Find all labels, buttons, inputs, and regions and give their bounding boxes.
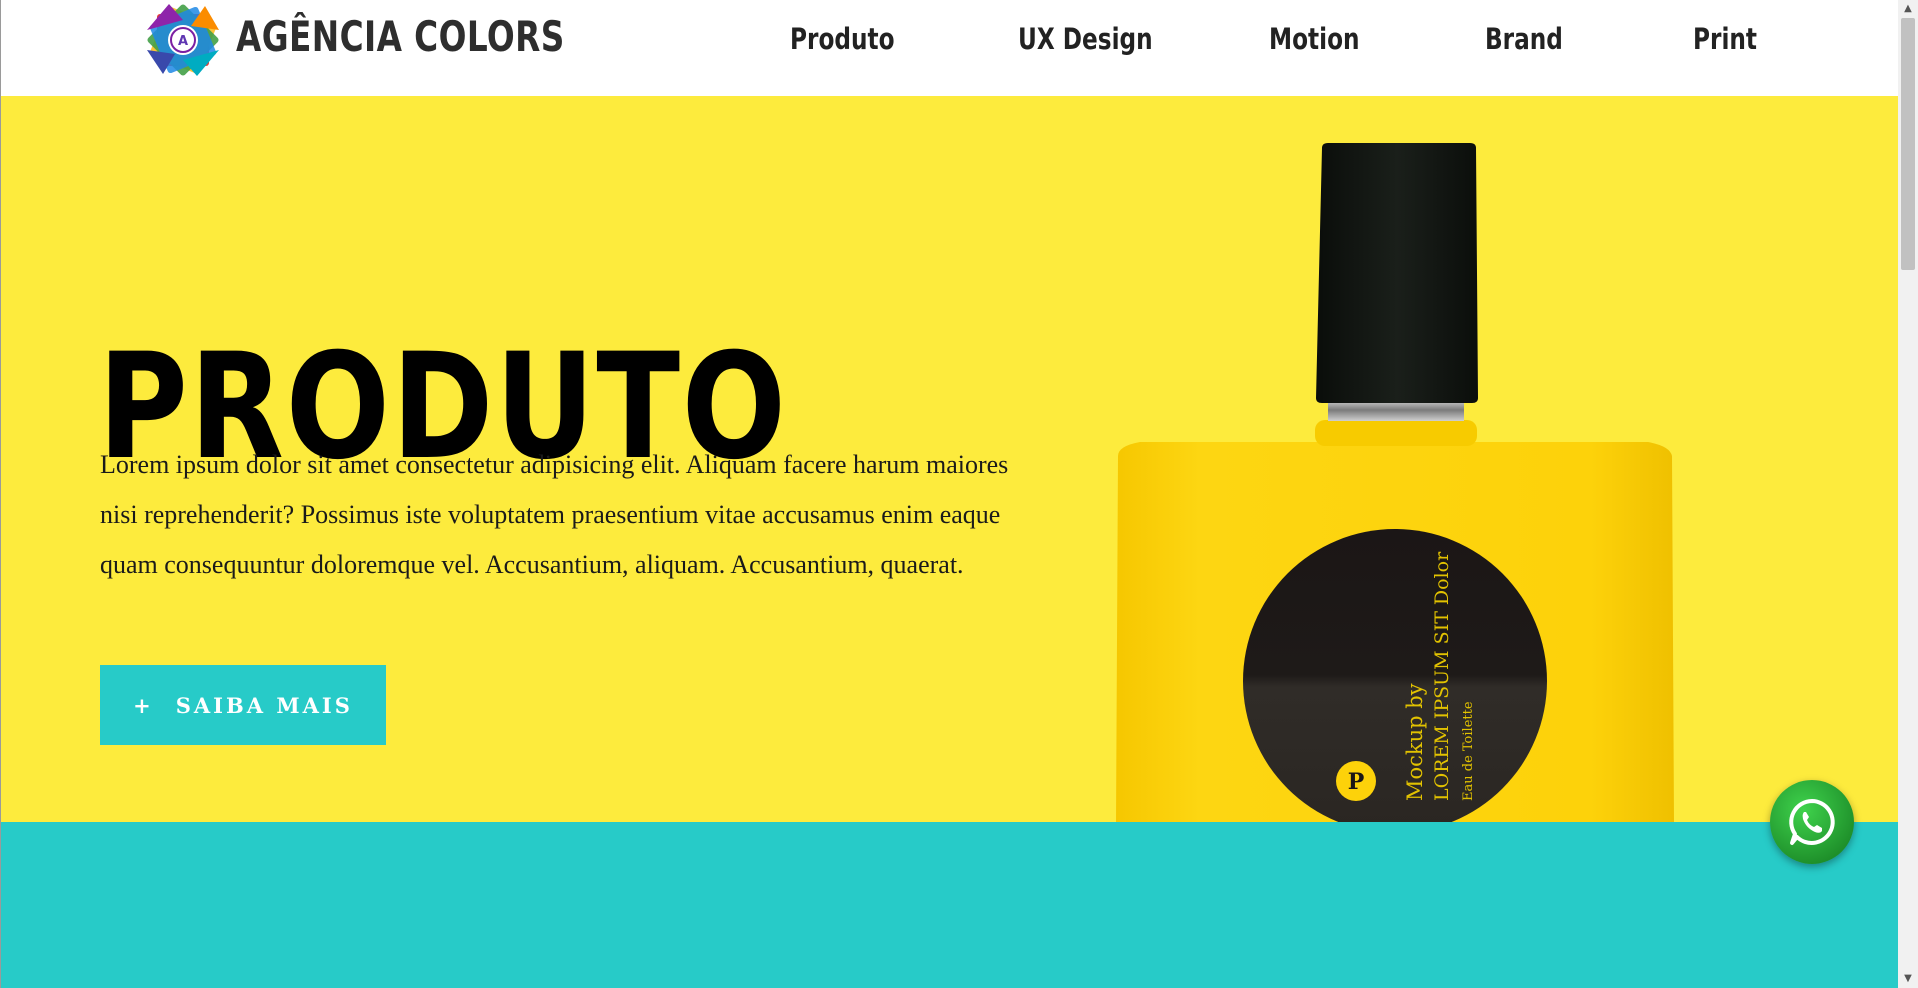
scroll-thumb[interactable] xyxy=(1901,18,1915,270)
hero-description: Lorem ipsum dolor sit amet consectetur a… xyxy=(100,450,1009,579)
next-section xyxy=(0,822,1898,988)
nav-item-motion[interactable]: Motion xyxy=(1269,22,1360,56)
scroll-up-arrow-icon[interactable]: ▲ xyxy=(1898,0,1918,18)
brand-name[interactable]: AGÊNCIA COLORS xyxy=(236,12,565,61)
label-line-1: Mockup by xyxy=(1403,683,1427,801)
label-badge-letter: P xyxy=(1348,769,1365,795)
plus-icon: + xyxy=(133,692,154,718)
agencia-colors-logo[interactable]: A xyxy=(138,0,228,82)
nav-item-print[interactable]: Print xyxy=(1693,22,1757,56)
nav-item-brand[interactable]: Brand xyxy=(1485,22,1563,56)
logo-letter: A xyxy=(178,34,188,49)
whatsapp-icon xyxy=(1789,799,1835,845)
saiba-mais-button[interactable]: + SAIBA MAIS xyxy=(100,665,386,745)
site-header: A AGÊNCIA COLORS Produto UX Design Motio… xyxy=(0,0,1898,96)
perfume-bottle-image: P Mockup by LOREM IPSUM SIT Dolor Eau de… xyxy=(1116,143,1674,822)
whatsapp-button[interactable] xyxy=(1770,780,1854,864)
nav-item-produto[interactable]: Produto xyxy=(790,22,895,56)
page-scrollbar[interactable]: ▲ ▼ xyxy=(1898,0,1918,988)
scroll-down-arrow-icon[interactable]: ▼ xyxy=(1898,970,1918,988)
nav-item-ux-design[interactable]: UX Design xyxy=(1018,22,1153,56)
label-line-2: LOREM IPSUM SIT Dolor xyxy=(1431,551,1453,801)
hero-section: PRODUTO Lorem ipsum dolor sit amet conse… xyxy=(0,96,1898,822)
saiba-mais-label: SAIBA MAIS xyxy=(175,692,353,718)
label-line-3: Eau de Toilette xyxy=(1461,701,1476,801)
window-border xyxy=(0,0,1,988)
